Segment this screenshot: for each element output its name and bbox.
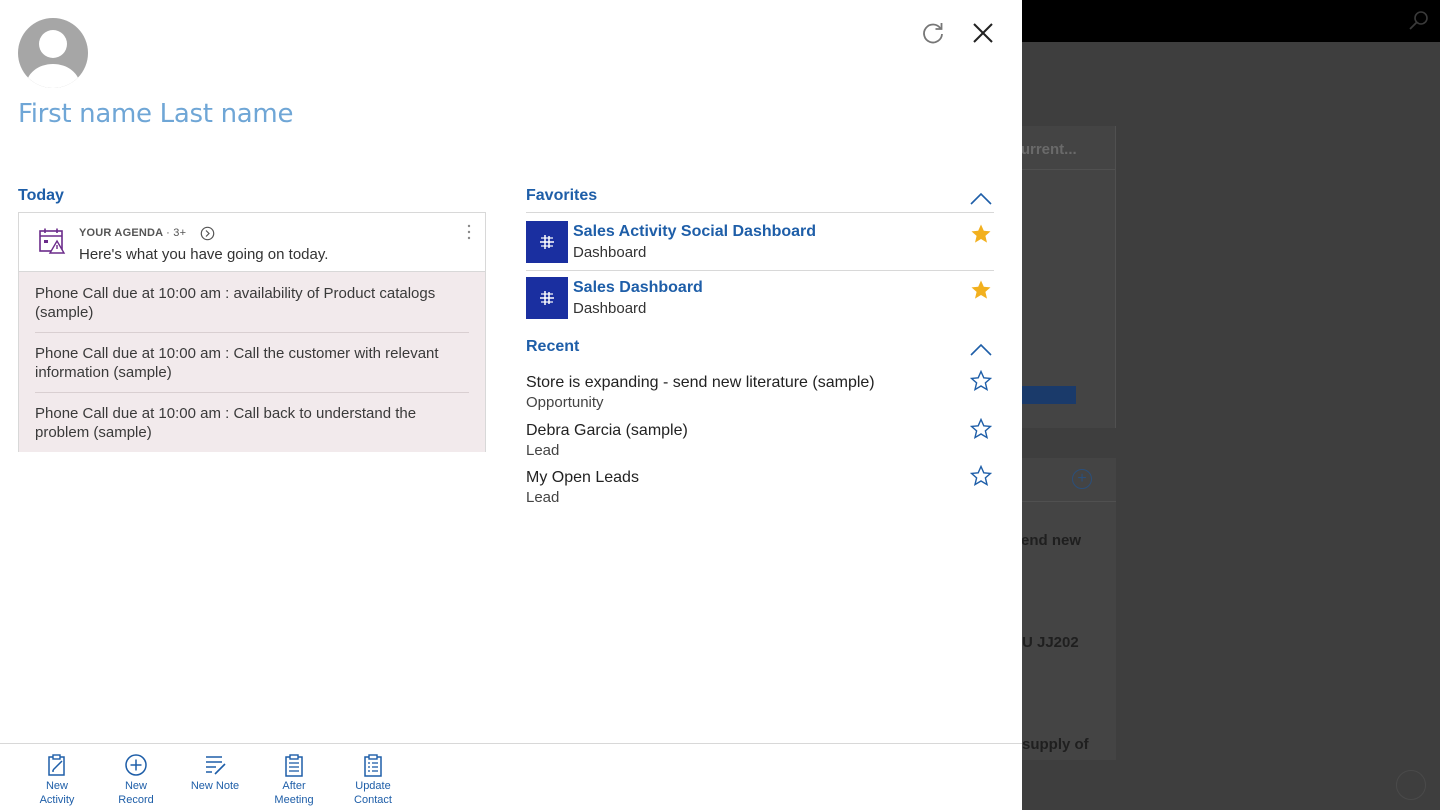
- action-label: Update Contact: [354, 780, 392, 806]
- chevron-up-icon[interactable]: [969, 342, 993, 358]
- user-panel: First name Last name Today YOUR AGENDA ·…: [0, 0, 1022, 810]
- calendar-icon: [39, 228, 66, 254]
- agenda-item[interactable]: Phone Call due at 10:00 am : Call back t…: [19, 392, 485, 452]
- user-name[interactable]: First name Last name: [18, 99, 293, 129]
- recent-item[interactable]: Debra Garcia (sample) Lead: [526, 422, 994, 466]
- bottom-action-bar: New Activity New Record New Note After M…: [0, 743, 1022, 810]
- background-text: end new: [1022, 532, 1082, 549]
- favorite-title[interactable]: Sales Dashboard: [573, 279, 703, 297]
- action-label: After Meeting: [274, 780, 314, 806]
- favorites-title: Favorites: [526, 187, 598, 204]
- clipboard-icon: [285, 754, 303, 777]
- recent-item-title[interactable]: My Open Leads: [526, 469, 639, 487]
- chevron-right-circle-icon[interactable]: [200, 226, 215, 241]
- recent-item-subtitle: Lead: [526, 489, 560, 506]
- add-circle-icon: [125, 754, 147, 776]
- dashboard-icon: [540, 235, 554, 249]
- recent-item[interactable]: My Open Leads Lead: [526, 469, 994, 513]
- dashboard-tile: [526, 221, 568, 263]
- note-icon: [206, 756, 226, 775]
- favorite-item[interactable]: Sales Activity Social Dashboard Dashboar…: [526, 221, 994, 271]
- more-options-icon[interactable]: [465, 223, 473, 241]
- star-outline-icon[interactable]: [970, 370, 992, 392]
- agenda-list: Phone Call due at 10:00 am : availabilit…: [19, 272, 485, 452]
- dashboard-tile: [526, 277, 568, 319]
- agenda-card: YOUR AGENDA · 3+ Here's what you have go…: [18, 212, 486, 452]
- person-icon: [26, 30, 80, 88]
- star-filled-icon[interactable]: [970, 279, 992, 301]
- chevron-up-icon[interactable]: [969, 191, 993, 207]
- background-top-bar: [1022, 0, 1440, 42]
- background-card: + end new U JJ202 supply of: [1022, 458, 1116, 760]
- new-record-button[interactable]: New Record: [101, 752, 171, 807]
- agenda-count: · 3+: [166, 227, 187, 239]
- background-card-title: Current...: [1022, 126, 1115, 170]
- recent-item-subtitle: Lead: [526, 442, 560, 459]
- agenda-subtitle: Here's what you have going on today.: [79, 246, 329, 263]
- dashboard-icon: [540, 291, 554, 305]
- search-icon[interactable]: [1408, 9, 1430, 31]
- star-filled-icon[interactable]: [970, 223, 992, 245]
- recent-item-title[interactable]: Store is expanding - send new literature…: [526, 374, 875, 392]
- background-text: supply of: [1022, 736, 1089, 753]
- close-icon[interactable]: [970, 20, 996, 46]
- star-outline-icon[interactable]: [970, 418, 992, 440]
- action-label: New Record: [118, 780, 154, 806]
- divider: [526, 270, 994, 271]
- recent-item-title[interactable]: Debra Garcia (sample): [526, 422, 688, 440]
- new-activity-icon: [48, 754, 65, 776]
- star-outline-icon[interactable]: [970, 465, 992, 487]
- favorite-item[interactable]: Sales Dashboard Dashboard: [526, 277, 994, 327]
- divider: [526, 212, 994, 213]
- avatar[interactable]: [18, 18, 88, 88]
- after-meeting-button[interactable]: After Meeting: [259, 752, 329, 807]
- new-note-button[interactable]: New Note: [180, 752, 250, 793]
- recent-item-subtitle: Opportunity: [526, 394, 604, 411]
- add-icon[interactable]: +: [1072, 469, 1092, 489]
- recent-item[interactable]: Store is expanding - send new literature…: [526, 374, 994, 418]
- favorite-subtitle: Dashboard: [573, 300, 647, 317]
- action-label: New Note: [190, 780, 240, 792]
- agenda-label: YOUR AGENDA · 3+: [79, 227, 186, 239]
- recent-title: Recent: [526, 338, 580, 355]
- today-title: Today: [18, 187, 64, 204]
- background-text: U JJ202: [1022, 634, 1079, 651]
- agenda-header: YOUR AGENDA · 3+ Here's what you have go…: [19, 213, 485, 272]
- agenda-item[interactable]: Phone Call due at 10:00 am : availabilit…: [19, 272, 485, 332]
- favorite-subtitle: Dashboard: [573, 244, 647, 261]
- background-circle-button[interactable]: [1396, 770, 1426, 800]
- favorite-title[interactable]: Sales Activity Social Dashboard: [573, 223, 816, 241]
- background-bar: [1022, 386, 1076, 404]
- new-activity-button[interactable]: New Activity: [22, 752, 92, 807]
- background-card: Current...: [1022, 126, 1116, 428]
- agenda-item[interactable]: Phone Call due at 10:00 am : Call the cu…: [19, 332, 485, 392]
- clipboard-list-icon: [364, 754, 382, 777]
- action-label: New Activity: [39, 780, 75, 806]
- agenda-label-text: YOUR AGENDA: [79, 227, 163, 239]
- update-contact-button[interactable]: Update Contact: [338, 752, 408, 807]
- refresh-icon[interactable]: [920, 20, 946, 46]
